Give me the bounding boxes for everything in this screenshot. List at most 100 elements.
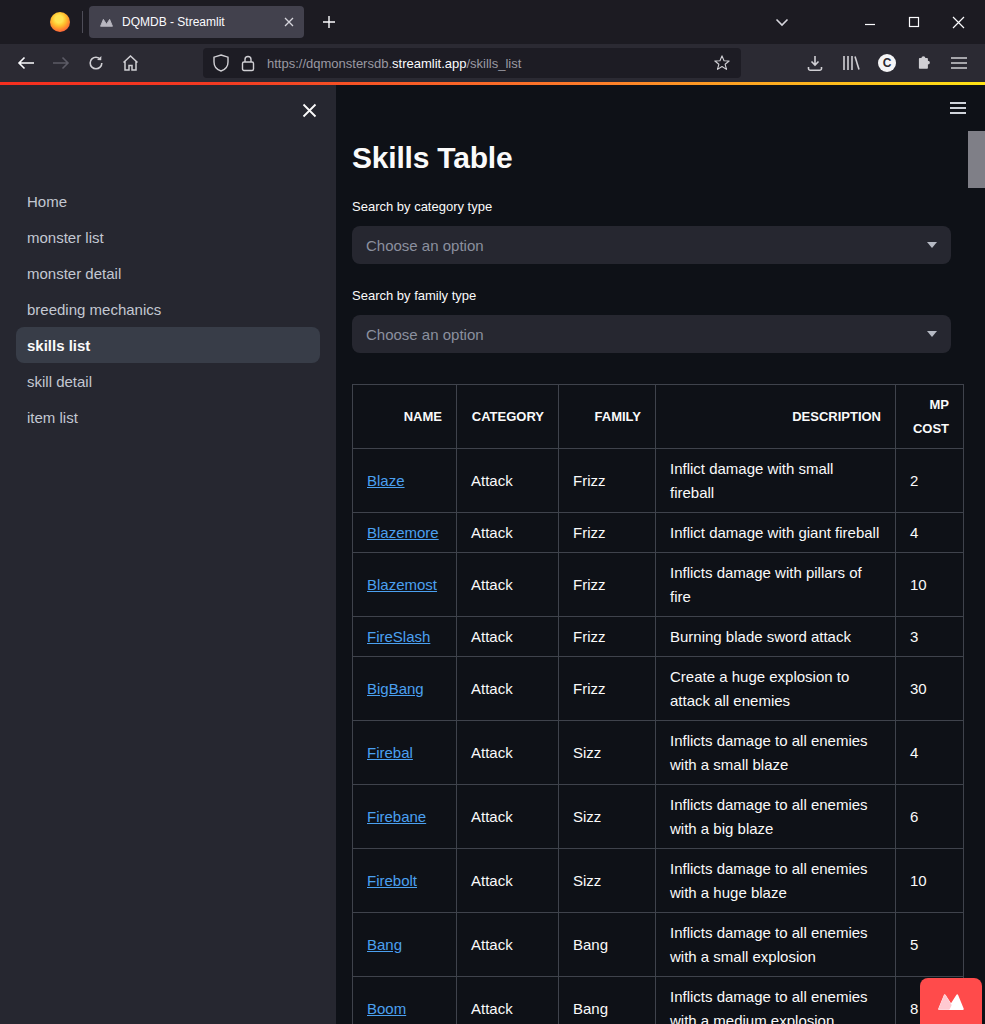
cell-mp-cost: 5 [896,913,964,977]
table-row: FireboltAttackSizzInflicts damage to all… [353,849,964,913]
tab-title: DQMDB - Streamlit [122,15,284,29]
skill-link[interactable]: Blazemore [367,524,439,541]
cell-family: Bang [559,913,656,977]
app-menu-button[interactable] [950,102,966,117]
cell-family: Frizz [559,553,656,617]
skill-link[interactable]: Bang [367,936,402,953]
skill-link[interactable]: Firebolt [367,872,417,889]
lock-icon[interactable] [241,55,255,72]
reload-button[interactable] [78,47,113,79]
cell-mp-cost: 4 [896,721,964,785]
cell-category: Attack [457,721,559,785]
sidebar-item-item-list[interactable]: item list [16,399,320,435]
skill-link[interactable]: Firebal [367,744,413,761]
toolbar-right-icons: C [797,47,977,79]
window-controls [848,0,980,44]
downloads-button[interactable] [797,47,833,79]
sidebar-nav: Homemonster listmonster detailbreeding m… [0,183,336,435]
skills-table: NAMECATEGORYFAMILYDESCRIPTIONMP COST Bla… [352,384,964,1024]
new-tab-button[interactable] [314,7,344,37]
cell-family: Sizz [559,721,656,785]
browser-tab[interactable]: DQMDB - Streamlit [89,6,304,38]
skill-link[interactable]: Blazemost [367,576,437,593]
home-button[interactable] [113,47,148,79]
browser-tab-bar: DQMDB - Streamlit [0,0,985,44]
sidebar-item-breeding-mechanics[interactable]: breeding mechanics [16,291,320,327]
cell-description: Inflict damage with small fireball [656,449,896,513]
filter-label-category: Search by category type [352,197,951,217]
window-minimize-button[interactable] [848,0,892,44]
caret-down-icon [927,242,937,248]
cell-category: Attack [457,513,559,553]
family-select-value: Choose an option [366,326,927,343]
cell-category: Attack [457,449,559,513]
sidebar-item-skill-detail[interactable]: skill detail [16,363,320,399]
url-bar[interactable]: https://dqmonstersdb.streamlit.app/skill… [203,48,741,78]
cell-category: Attack [457,553,559,617]
skill-link[interactable]: FireSlash [367,628,430,645]
category-select[interactable]: Choose an option [352,226,951,264]
sidebar-item-monster-detail[interactable]: monster detail [16,255,320,291]
sidebar-item-skills-list[interactable]: skills list [16,327,320,363]
table-row: Blazemost AttackFrizzInflicts damage with… [353,553,964,617]
hamburger-menu-icon [951,57,967,69]
cell-name: FireSlash [353,617,457,657]
sidebar-item-Home[interactable]: Home [16,183,320,219]
close-icon [952,16,965,29]
sidebar-close-button[interactable] [298,99,320,121]
streamlit-crown-favicon [99,17,114,28]
cell-family: Sizz [559,849,656,913]
streamlit-app: Homemonster listmonster detailbreeding m… [0,85,985,1024]
skill-link[interactable]: BigBang [367,680,424,697]
puzzle-piece-icon [914,54,932,72]
library-button[interactable] [833,47,869,79]
cell-family: Frizz [559,617,656,657]
cell-name: Firebolt [353,849,457,913]
scrollbar-thumb[interactable] [968,131,985,188]
table-row: BigBangAttackFrizzCreate a huge explosio… [353,657,964,721]
cell-family: Frizz [559,449,656,513]
shield-icon[interactable] [213,54,229,72]
skill-link[interactable]: Boom [367,1000,406,1017]
forward-button[interactable] [43,47,78,79]
tab-list-dropdown-button[interactable] [764,0,800,44]
cell-mp-cost: 4 [896,513,964,553]
cell-description: Inflicts damage to all enemies with a sm… [656,721,896,785]
table-row: BoomAttackBangInflicts damage to all ene… [353,977,964,1024]
extensions-button[interactable] [905,47,941,79]
cell-description: Inflicts damage with pillars of fire [656,553,896,617]
skill-link[interactable]: Firebane [367,808,426,825]
cell-description: Inflict damage with giant fireball [656,513,896,553]
table-body: BlazeAttackFrizzInflict damage with smal… [353,449,964,1024]
cell-description: Burning blade sword attack [656,617,896,657]
cell-name: Blazemore [353,513,457,553]
window-maximize-button[interactable] [892,0,936,44]
url-text[interactable]: https://dqmonstersdb.streamlit.app/skill… [267,56,713,71]
cell-mp-cost: 6 [896,785,964,849]
firefox-logo-icon[interactable] [50,12,70,32]
extension-c-button[interactable]: C [869,47,905,79]
back-button[interactable] [8,47,43,79]
cell-mp-cost: 3 [896,617,964,657]
window-close-button[interactable] [936,0,980,44]
caret-down-icon [927,331,937,337]
family-select[interactable]: Choose an option [352,315,951,353]
page-title: Skills Table [352,140,951,176]
cell-name: Boom [353,977,457,1024]
streamlit-badge[interactable] [920,978,982,1024]
bookmark-star-icon[interactable] [713,54,731,72]
skill-link[interactable]: Blaze [367,472,405,489]
browser-toolbar: https://dqmonstersdb.streamlit.app/skill… [0,44,985,82]
column-header: FAMILY [559,385,656,449]
table-row: FireSlashAttackFrizzBurning blade sword … [353,617,964,657]
table-row: BangAttackBangInflicts damage to all ene… [353,913,964,977]
menu-button[interactable] [941,47,977,79]
table-header-row: NAMECATEGORYFAMILYDESCRIPTIONMP COST [353,385,964,449]
cell-name: Blaze [353,449,457,513]
cell-family: Frizz [559,657,656,721]
tab-close-icon[interactable] [284,17,294,27]
forward-arrow-icon [52,56,70,70]
column-header: CATEGORY [457,385,559,449]
cell-description: Inflicts damage to all enemies with a hu… [656,849,896,913]
sidebar-item-monster-list[interactable]: monster list [16,219,320,255]
